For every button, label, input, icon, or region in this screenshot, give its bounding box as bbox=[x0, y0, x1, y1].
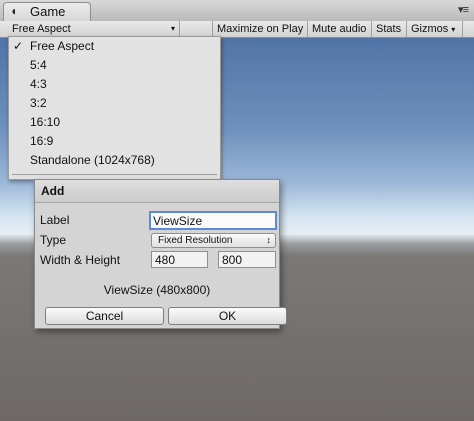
window-menu-icon[interactable]: ▾≡ bbox=[458, 3, 469, 16]
aspect-menu: ✓ Free Aspect 5:4 4:3 3:2 16:10 16:9 Sta… bbox=[8, 36, 221, 180]
tab-bar: ◖ Game ▾≡ bbox=[0, 0, 474, 22]
dialog-title-bar: Add bbox=[35, 180, 279, 203]
menu-item-16-9[interactable]: 16:9 bbox=[9, 132, 220, 151]
aspect-dropdown-value: Free Aspect bbox=[12, 23, 71, 35]
type-field-label: Type bbox=[40, 233, 67, 247]
width-height-label: Width & Height bbox=[40, 253, 121, 267]
gizmos-label: Gizmos bbox=[411, 23, 449, 35]
menu-item-label: Standalone (1024x768) bbox=[30, 153, 155, 167]
menu-item-4-3[interactable]: 4:3 bbox=[9, 75, 220, 94]
cancel-button[interactable]: Cancel bbox=[45, 307, 164, 325]
menu-item-label: 16:9 bbox=[30, 134, 54, 148]
tab-game[interactable]: ◖ Game bbox=[3, 2, 91, 21]
size-summary: ViewSize (480x800) bbox=[103, 283, 211, 297]
menu-item-label: Free Aspect bbox=[30, 39, 95, 53]
aspect-dropdown[interactable]: Free Aspect ▾ bbox=[0, 21, 180, 37]
type-select-value: Fixed Resolution bbox=[158, 235, 233, 246]
menu-item-3-2[interactable]: 3:2 bbox=[9, 94, 220, 113]
updown-arrow-icon: ↕ bbox=[266, 235, 272, 245]
height-input[interactable] bbox=[218, 251, 276, 268]
game-window: ◖ Game ▾≡ Free Aspect ▾ Maximize on Play… bbox=[0, 0, 474, 421]
menu-item-16-10[interactable]: 16:10 bbox=[9, 113, 220, 132]
width-input[interactable] bbox=[151, 251, 208, 268]
checkmark-icon: ✓ bbox=[13, 39, 24, 53]
unity-icon: ◖ bbox=[10, 4, 18, 18]
type-select[interactable]: Fixed Resolution ↕ bbox=[151, 233, 276, 248]
menu-item-label: 5:4 bbox=[30, 58, 47, 72]
add-dialog: Add Label Type Fixed Resolution ↕ Width … bbox=[34, 179, 287, 329]
maximize-on-play-toggle[interactable]: Maximize on Play bbox=[212, 21, 308, 37]
dialog-title: Add bbox=[41, 184, 65, 198]
tab-label: Game bbox=[30, 4, 66, 19]
menu-item-label: 3:2 bbox=[30, 96, 47, 110]
menu-item-5-4[interactable]: 5:4 bbox=[9, 56, 220, 75]
menu-item-free-aspect[interactable]: ✓ Free Aspect bbox=[9, 37, 220, 56]
label-field-label: Label bbox=[40, 213, 70, 227]
label-input[interactable] bbox=[149, 211, 277, 230]
chevron-down-icon: ▾ bbox=[170, 24, 175, 33]
menu-item-label: 16:10 bbox=[30, 115, 61, 129]
ok-button[interactable]: OK bbox=[168, 307, 287, 325]
mute-audio-toggle[interactable]: Mute audio bbox=[308, 21, 372, 37]
menu-item-standalone[interactable]: Standalone (1024x768) bbox=[9, 151, 220, 170]
menu-separator bbox=[12, 174, 217, 175]
chevron-down-icon: ▾ bbox=[451, 25, 456, 34]
menu-item-label: 4:3 bbox=[30, 77, 47, 91]
gizmos-dropdown[interactable]: Gizmos ▾ bbox=[407, 21, 463, 37]
stats-toggle[interactable]: Stats bbox=[372, 21, 407, 37]
